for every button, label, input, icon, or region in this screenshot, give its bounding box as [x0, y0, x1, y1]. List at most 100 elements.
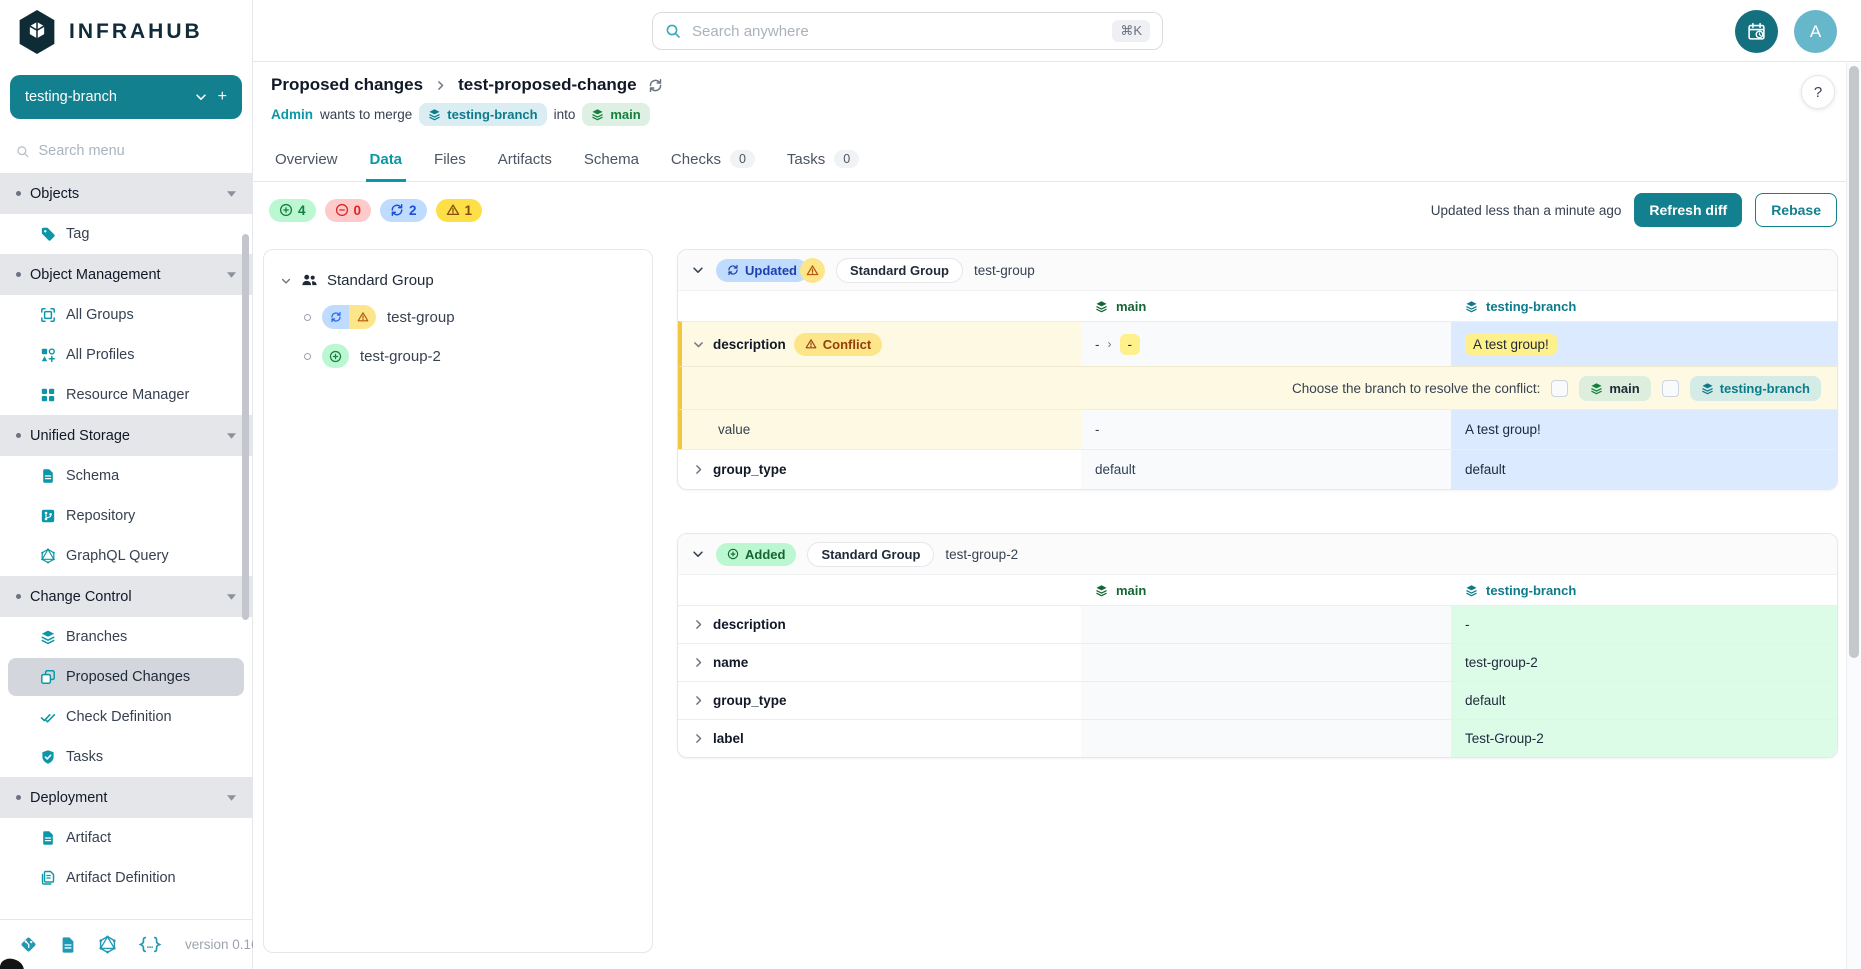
base-value-cell	[1081, 605, 1451, 643]
double-check-icon	[40, 709, 56, 725]
sidebar-item-label: Branches	[66, 629, 127, 645]
diff-content: Standard Group test-group test	[253, 237, 1861, 969]
scrollbar-thumb[interactable]	[1849, 66, 1859, 658]
logo-text: INFRAHUB	[69, 20, 203, 44]
menu-group-change-control[interactable]: Change Control	[0, 576, 252, 617]
refresh-diff-button[interactable]: Refresh diff	[1634, 193, 1742, 227]
sidebar-item-all-groups[interactable]: All Groups	[0, 295, 252, 335]
branch-value: Test-Group-2	[1465, 731, 1544, 746]
updated-status-pill: Updated	[716, 259, 808, 282]
sidebar-item-repository[interactable]: Repository	[0, 496, 252, 536]
source-branch-badge[interactable]: testing-branch	[419, 103, 546, 126]
chevron-right-icon[interactable]	[692, 618, 705, 631]
attribute-row-description: description -	[678, 605, 1837, 643]
sidebar-item-label: Artifact	[66, 830, 111, 846]
logo[interactable]: INFRAHUB	[0, 0, 252, 67]
tab-checks[interactable]: Checks 0	[655, 137, 771, 181]
calendar-clock-icon	[1747, 22, 1766, 41]
tab-overview[interactable]: Overview	[259, 137, 354, 181]
chevron-down-icon[interactable]	[280, 275, 292, 287]
added-count-pill[interactable]: 4	[269, 199, 316, 222]
chevron-right-icon[interactable]	[692, 656, 705, 669]
main-area: ⌘K A Proposed changes test-proposed-chan…	[253, 0, 1861, 969]
resolve-main-option[interactable]: main	[1579, 376, 1650, 401]
chevron-right-icon[interactable]	[692, 463, 705, 476]
chevron-right-icon[interactable]	[692, 694, 705, 707]
target-branch-badge[interactable]: main	[582, 103, 649, 126]
sidebar-item-label: Schema	[66, 468, 119, 484]
menu-search-input[interactable]	[38, 143, 236, 159]
diff-card-test-group-2: Added Standard Group test-group-2 main	[677, 533, 1838, 758]
graphql-sandbox-icon[interactable]	[98, 935, 117, 954]
tab-artifacts[interactable]: Artifacts	[482, 137, 568, 181]
tab-tasks[interactable]: Tasks 0	[771, 137, 875, 181]
branch-selector[interactable]: testing-branch +	[10, 75, 242, 119]
sidebar-item-check-definition[interactable]: Check Definition	[0, 697, 252, 737]
menu-group-deployment[interactable]: Deployment	[0, 777, 252, 818]
sidebar-item-graphql-query[interactable]: GraphQL Query	[0, 536, 252, 576]
breadcrumb-root[interactable]: Proposed changes	[271, 75, 423, 95]
removed-count-pill[interactable]: 0	[325, 199, 372, 222]
tab-bar: Overview Data Files Artifacts Schema Che…	[253, 137, 1861, 182]
schedule-button[interactable]	[1735, 10, 1778, 53]
label-column-header	[678, 291, 1081, 321]
branch-layers-icon	[1465, 300, 1478, 313]
chevron-down-icon[interactable]	[692, 338, 705, 351]
menu-group-object-management[interactable]: Object Management	[0, 254, 252, 295]
diff-card-header[interactable]: Added Standard Group test-group-2	[678, 534, 1837, 575]
sidebar-item-tasks[interactable]: Tasks	[0, 737, 252, 777]
resolve-main-label: main	[1609, 381, 1639, 396]
sidebar-item-all-profiles[interactable]: All Profiles	[0, 335, 252, 375]
updated-count-pill[interactable]: 2	[380, 199, 427, 222]
diff-cards: Updated Standard Group test-group main	[677, 249, 1838, 953]
into-text: into	[554, 107, 576, 122]
add-branch-button[interactable]: +	[218, 88, 227, 106]
global-search-input[interactable]	[692, 23, 1101, 40]
tab-files[interactable]: Files	[418, 137, 482, 181]
conflict-count-pill[interactable]: 1	[436, 199, 483, 222]
swagger-api-icon[interactable]	[138, 936, 162, 953]
window-scrollbar[interactable]	[1846, 63, 1861, 969]
avatar[interactable]: A	[1794, 10, 1837, 53]
resolve-branch-option[interactable]: testing-branch	[1690, 376, 1821, 401]
change-arrow: ›	[1108, 337, 1112, 351]
tree-node-test-group-2[interactable]: test-group-2	[304, 344, 636, 368]
help-button[interactable]: ?	[1801, 75, 1835, 109]
sidebar-item-schema[interactable]: Schema	[0, 456, 252, 496]
global-search[interactable]: ⌘K	[652, 12, 1163, 50]
chevron-down-icon	[194, 90, 208, 104]
menu-group-objects[interactable]: Objects	[0, 173, 252, 214]
tab-data[interactable]: Data	[354, 137, 419, 181]
updated-badge-icon	[322, 305, 349, 329]
attribute-row-name: name test-group-2	[678, 643, 1837, 681]
toolbar-right: Updated less than a minute ago Refresh d…	[1431, 193, 1837, 227]
sidebar-item-artifact-definition[interactable]: Artifact Definition	[0, 858, 252, 898]
chevron-down-icon[interactable]	[691, 547, 705, 561]
author-name[interactable]: Admin	[271, 107, 313, 122]
branch-value-cell: default	[1451, 449, 1837, 489]
resolve-main-checkbox[interactable]	[1551, 380, 1568, 397]
git-link-icon[interactable]	[19, 935, 38, 954]
sidebar-item-tag[interactable]: Tag	[0, 214, 252, 254]
tree-node-test-group[interactable]: test-group	[304, 305, 636, 329]
sidebar-item-proposed-changes[interactable]: Proposed Changes	[8, 658, 244, 696]
rebase-button[interactable]: Rebase	[1755, 193, 1837, 227]
object-name: test-group-2	[945, 547, 1018, 562]
tree-node-standard-group[interactable]: Standard Group	[280, 272, 636, 289]
attribute-name: description	[713, 617, 786, 632]
chevron-right-icon[interactable]	[692, 732, 705, 745]
conflict-resolve-row: Choose the branch to resolve the conflic…	[678, 366, 1837, 409]
menu-group-unified-storage[interactable]: Unified Storage	[0, 415, 252, 456]
docs-icon[interactable]	[59, 936, 77, 954]
sidebar-item-artifact[interactable]: Artifact	[0, 818, 252, 858]
sidebar-scrollbar[interactable]	[242, 234, 249, 620]
diff-card-header[interactable]: Updated Standard Group test-group	[678, 250, 1837, 291]
sidebar-menu: Objects Tag Object Management All Groups…	[0, 173, 252, 919]
resolve-branch-checkbox[interactable]	[1662, 380, 1679, 397]
reload-icon[interactable]	[648, 78, 663, 93]
sidebar-item-branches[interactable]: Branches	[0, 617, 252, 657]
chevron-down-icon[interactable]	[691, 263, 705, 277]
infrahub-app: INFRAHUB testing-branch + Objects Tag	[0, 0, 1861, 969]
tab-schema[interactable]: Schema	[568, 137, 655, 181]
sidebar-item-resource-manager[interactable]: Resource Manager	[0, 375, 252, 415]
